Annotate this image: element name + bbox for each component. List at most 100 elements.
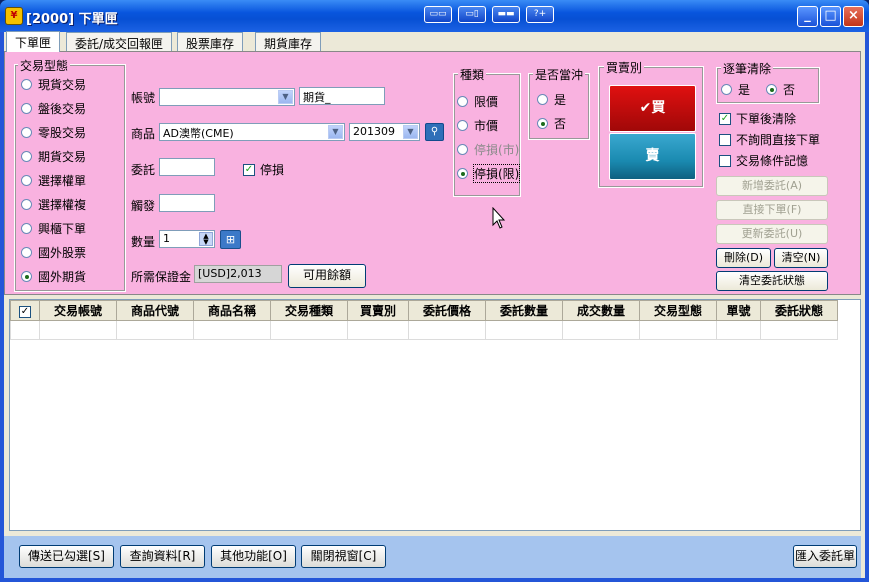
available-balance-button[interactable]: 可用餘額 — [288, 264, 366, 288]
radio-icon[interactable] — [457, 168, 468, 179]
radio-trade_type-8[interactable]: 國外期貨 — [21, 268, 86, 285]
spinner-icon[interactable]: ▲ ▼ — [199, 232, 213, 246]
chevron-down-icon[interactable]: ▼ — [403, 125, 418, 139]
search-icon[interactable]: ⚲ — [425, 123, 444, 141]
trigger-price-input[interactable] — [159, 194, 215, 212]
chevron-down-icon[interactable]: ▼ — [328, 125, 343, 139]
qty-input[interactable]: 1 ▲ ▼ — [159, 230, 215, 248]
column-header[interactable]: 委託數量 — [485, 300, 563, 321]
radio-label: 盤後交易 — [38, 102, 87, 116]
column-header[interactable]: 交易帳號 — [39, 300, 117, 321]
order-price-input[interactable] — [159, 158, 215, 176]
radio-icon[interactable] — [21, 199, 32, 210]
close-window-button[interactable]: 關閉視窗[C] — [301, 545, 386, 568]
table-cell — [716, 320, 761, 340]
option-checkbox-1[interactable]: 不詢問直接下單 — [719, 131, 820, 148]
tab-futures-inventory[interactable]: 期貨庫存 — [255, 32, 322, 51]
other-functions-button[interactable]: 其他功能[O] — [211, 545, 296, 568]
close-icon[interactable]: × — [843, 6, 864, 27]
layout-icon-2[interactable]: ▭▯ — [458, 6, 486, 23]
radio-icon[interactable] — [21, 223, 32, 234]
radio-trade_type-1[interactable]: 盤後交易 — [21, 100, 86, 117]
radio-icon[interactable] — [766, 84, 777, 95]
radio-daytrade-0[interactable]: 是 — [537, 91, 566, 108]
help-icon[interactable]: ?+ — [526, 6, 554, 23]
radio-trade_type-4[interactable]: 選擇權單 — [21, 172, 86, 189]
radio-icon[interactable] — [21, 175, 32, 186]
radio-price_type-1[interactable]: 市價 — [457, 117, 498, 134]
radio-icon[interactable] — [21, 151, 32, 162]
radio-icon[interactable] — [21, 271, 32, 282]
clear-status-button[interactable]: 清空委託狀態 — [716, 271, 828, 291]
query-button[interactable]: 查詢資料[R] — [120, 545, 205, 568]
radio-clear_each-1[interactable]: 否 — [766, 81, 795, 98]
checkbox-icon[interactable] — [719, 133, 731, 146]
radio-icon[interactable] — [457, 96, 468, 107]
radio-trade_type-0[interactable]: 現貨交易 — [21, 76, 86, 93]
product-select[interactable]: AD澳幣(CME) ▼ — [159, 123, 345, 141]
account-type-field[interactable]: 期貨_ — [299, 87, 385, 105]
radio-icon[interactable] — [457, 144, 468, 155]
chevron-down-icon[interactable]: ▼ — [278, 90, 293, 104]
send-checked-button[interactable]: 傳送已勾選[S] — [19, 545, 114, 568]
direct-order-button[interactable]: 直接下單(F) — [716, 200, 828, 220]
option-checkbox-0[interactable]: ✓ 下單後清除 — [719, 110, 796, 127]
stoploss-checkbox[interactable]: ✓ 停損 — [243, 161, 284, 178]
layout-icon-3[interactable]: ▬▬ — [492, 6, 520, 23]
sell-button[interactable]: 賣 — [609, 133, 696, 180]
radio-label: 國外期貨 — [38, 270, 87, 284]
radio-icon[interactable] — [537, 118, 548, 129]
radio-price_type-0[interactable]: 限價 — [457, 93, 498, 110]
radio-price_type-3[interactable]: 停損(限) — [457, 164, 521, 183]
minimize-icon[interactable]: _ — [797, 6, 818, 27]
radio-label: 市價 — [474, 119, 499, 133]
radio-price_type-2[interactable]: 停損(市) — [457, 141, 519, 158]
checkbox-icon[interactable]: ✓ — [243, 163, 255, 176]
column-header[interactable]: 委託價格 — [408, 300, 486, 321]
radio-clear_each-0[interactable]: 是 — [721, 81, 750, 98]
tab-stock-inventory[interactable]: 股票庫存 — [177, 32, 244, 51]
column-header[interactable]: 商品代號 — [116, 300, 194, 321]
column-header[interactable]: 交易種類 — [270, 300, 348, 321]
table-cell — [485, 320, 563, 340]
radio-trade_type-2[interactable]: 零股交易 — [21, 124, 86, 141]
maximize-icon[interactable]: □ — [820, 6, 841, 27]
radio-trade_type-6[interactable]: 興櫃下單 — [21, 220, 86, 237]
clear-button[interactable]: 清空(N) — [774, 248, 828, 268]
radio-icon[interactable] — [721, 84, 732, 95]
import-orders-button[interactable]: 匯入委託單 — [793, 545, 857, 568]
column-header[interactable]: 成交數量 — [562, 300, 640, 321]
month-select[interactable]: 201309 ▼ — [349, 123, 420, 141]
buy-button[interactable]: ✔買 — [609, 85, 696, 132]
tab-order[interactable]: 下單匣 — [6, 31, 61, 52]
delete-button[interactable]: 刪除(D) — [716, 248, 771, 268]
update-order-button[interactable]: 更新委託(U) — [716, 224, 828, 244]
column-header[interactable]: 委託狀態 — [760, 300, 838, 321]
radio-icon[interactable] — [537, 94, 548, 105]
checkbox-icon[interactable]: ✓ — [719, 112, 731, 125]
column-header[interactable]: 單號 — [716, 300, 761, 321]
select-all-checkbox[interactable]: ✓ — [10, 300, 40, 321]
radio-trade_type-7[interactable]: 國外股票 — [21, 244, 86, 261]
qty-label: 數量 — [131, 235, 156, 249]
radio-icon[interactable] — [21, 79, 32, 90]
calculator-icon[interactable]: ⊞ — [220, 230, 241, 249]
column-header[interactable]: 交易型態 — [639, 300, 717, 321]
table-cell — [116, 320, 194, 340]
radio-trade_type-5[interactable]: 選擇權複 — [21, 196, 86, 213]
radio-icon[interactable] — [21, 103, 32, 114]
column-header[interactable]: 買賣別 — [347, 300, 409, 321]
account-select[interactable]: ▼ — [159, 88, 295, 106]
radio-trade_type-3[interactable]: 期貨交易 — [21, 148, 86, 165]
tab-reports[interactable]: 委託/成交回報匣 — [66, 32, 173, 51]
column-header[interactable]: 商品名稱 — [193, 300, 271, 321]
option-checkbox-2[interactable]: 交易條件記憶 — [719, 152, 808, 169]
radio-label: 否 — [783, 83, 796, 97]
radio-icon[interactable] — [21, 127, 32, 138]
checkbox-icon[interactable] — [719, 154, 731, 167]
radio-icon[interactable] — [457, 120, 468, 131]
radio-icon[interactable] — [21, 247, 32, 258]
layout-icon-1[interactable]: ▭▭ — [424, 6, 452, 23]
radio-daytrade-1[interactable]: 否 — [537, 115, 566, 132]
add-order-button[interactable]: 新增委託(A) — [716, 176, 828, 196]
